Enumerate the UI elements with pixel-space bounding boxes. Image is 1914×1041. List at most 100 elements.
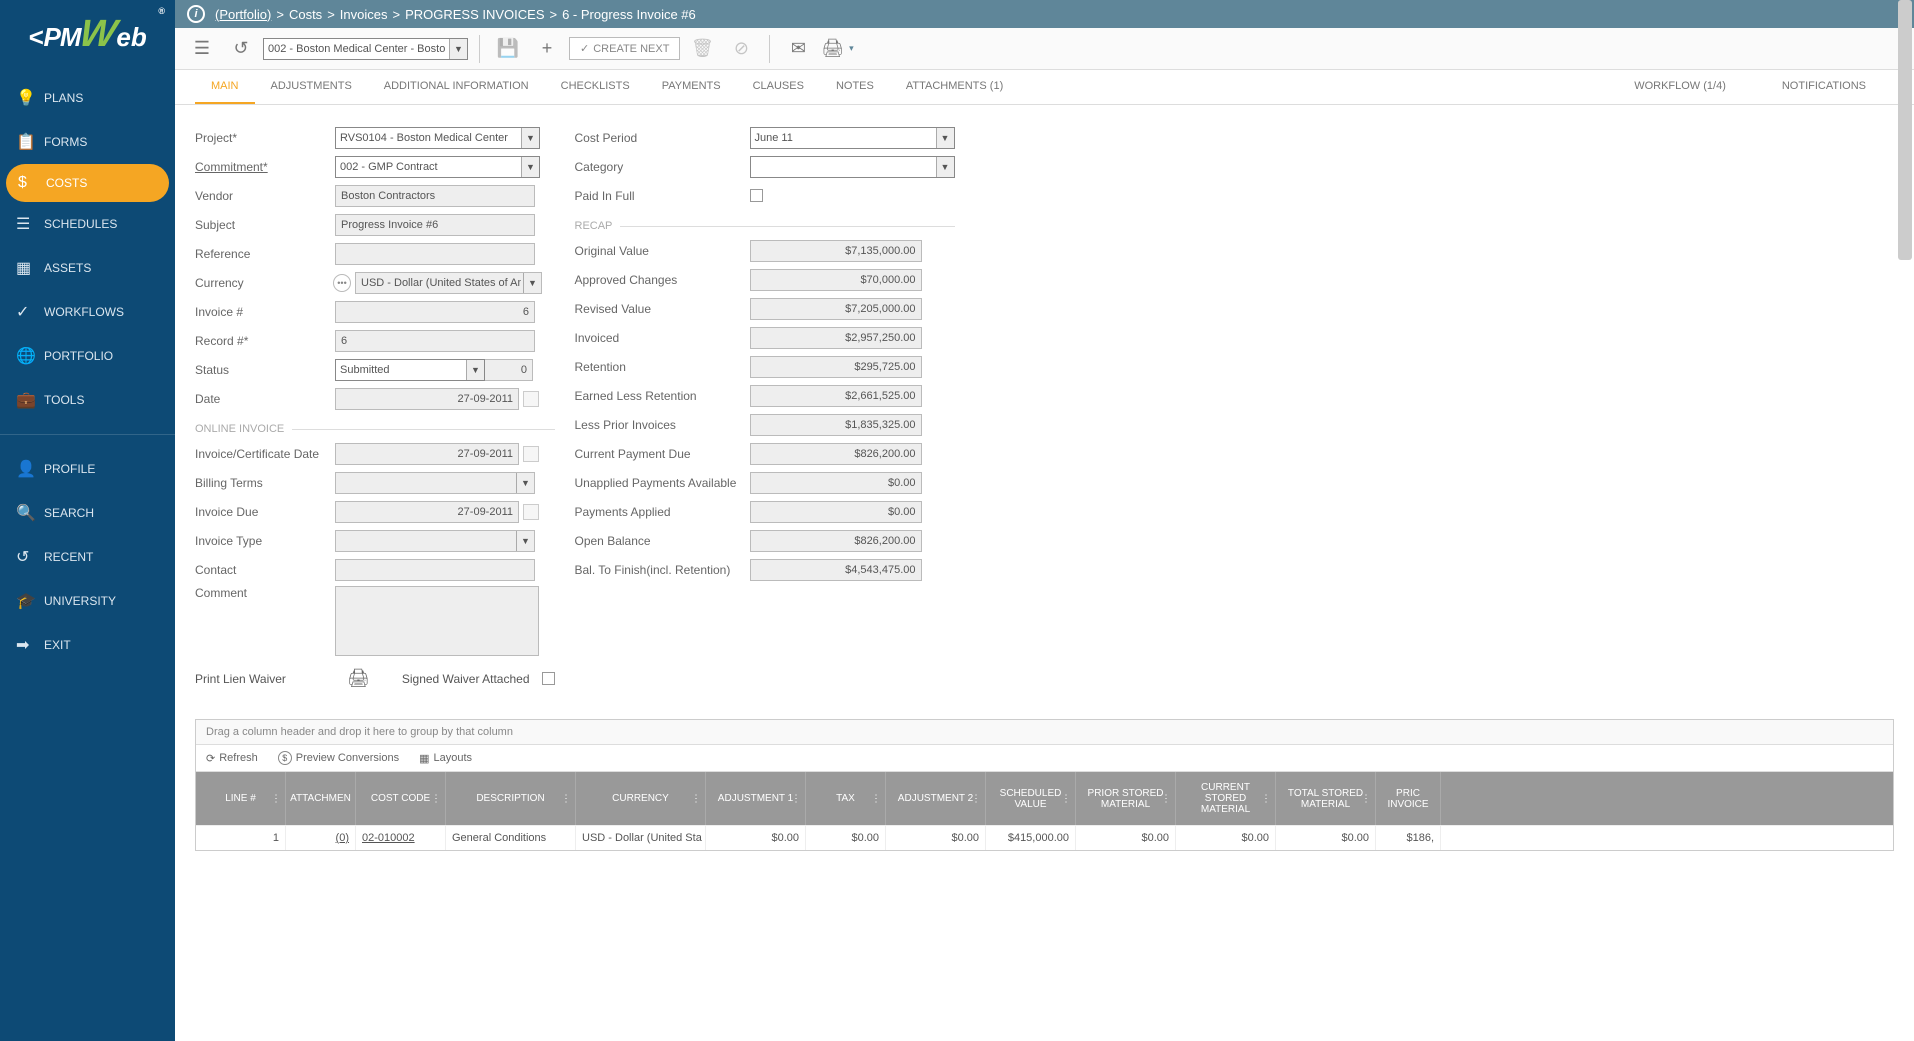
commitment-select[interactable]: 002 - GMP Contract▼ — [335, 156, 540, 178]
calendar-icon[interactable] — [523, 446, 539, 462]
nav-university[interactable]: 🎓UNIVERSITY — [0, 579, 175, 623]
label-comment: Comment — [195, 586, 335, 600]
date-field[interactable]: 27-09-2011 — [335, 388, 519, 410]
col-prior[interactable]: PRIOR STORED MATERIAL⋮ — [1076, 772, 1176, 825]
invoice-due-field[interactable]: 27-09-2011 — [335, 501, 519, 523]
tab-attachments[interactable]: ATTACHMENTS (1) — [890, 70, 1019, 104]
col-tax[interactable]: TAX⋮ — [806, 772, 886, 825]
nav-recent[interactable]: ↺RECENT — [0, 535, 175, 579]
billing-terms-select[interactable]: ▼ — [335, 472, 535, 494]
tab-workflow[interactable]: WORKFLOW (1/4) — [1606, 70, 1754, 104]
tab-checklists[interactable]: CHECKLISTS — [545, 70, 646, 104]
invoice-num-field[interactable]: 6 — [335, 301, 535, 323]
tab-notifications[interactable]: NOTIFICATIONS — [1754, 70, 1894, 104]
inv-cert-date-field[interactable]: 27-09-2011 — [335, 443, 519, 465]
history-icon: ↺ — [16, 547, 44, 567]
tab-main[interactable]: MAIN — [195, 70, 255, 104]
nav-schedules[interactable]: ☰SCHEDULES — [0, 202, 175, 246]
tab-adjustments[interactable]: ADJUSTMENTS — [255, 70, 368, 104]
grid-layouts-button[interactable]: ▦Layouts — [419, 752, 472, 765]
grid-refresh-button[interactable]: ⟳Refresh — [206, 752, 258, 765]
col-cost-code[interactable]: COST CODE⋮ — [356, 772, 446, 825]
list-icon[interactable]: ☰ — [185, 32, 219, 66]
status-select[interactable]: Submitted▼ — [335, 359, 485, 381]
col-line[interactable]: LINE #⋮ — [196, 772, 286, 825]
col-currency[interactable]: CURRENCY⋮ — [576, 772, 706, 825]
grid-preview-button[interactable]: $Preview Conversions — [278, 751, 399, 765]
col-sched[interactable]: SCHEDULED VALUE⋮ — [986, 772, 1076, 825]
tab-notes[interactable]: NOTES — [820, 70, 890, 104]
col-attach[interactable]: ATTACHMEN — [286, 772, 356, 825]
revised-value-field: $7,205,000.00 — [750, 298, 922, 320]
comment-field[interactable] — [335, 586, 539, 656]
col-adj2[interactable]: ADJUSTMENT 2⋮ — [886, 772, 986, 825]
col-pric[interactable]: PRIC INVOICE — [1376, 772, 1441, 825]
print-lien-icon[interactable]: 🖨 — [347, 668, 370, 689]
category-select[interactable]: ▼ — [750, 156, 955, 178]
signed-waiver-checkbox[interactable] — [542, 672, 555, 685]
label-category: Category — [575, 160, 750, 174]
label-approved-changes: Approved Changes — [575, 273, 750, 287]
label-commitment[interactable]: Commitment — [195, 160, 335, 174]
undo-icon[interactable]: ↺ — [224, 32, 258, 66]
col-adj1[interactable]: ADJUSTMENT 1⋮ — [706, 772, 806, 825]
label-signed-waiver: Signed Waiver Attached — [402, 672, 530, 686]
record-selector[interactable]: 002 - Boston Medical Center - Bosto▼ — [263, 38, 468, 60]
tabs: MAIN ADJUSTMENTS ADDITIONAL INFORMATION … — [175, 70, 1914, 105]
col-total[interactable]: TOTAL STORED MATERIAL⋮ — [1276, 772, 1376, 825]
reference-field[interactable] — [335, 243, 535, 265]
save-icon[interactable]: 💾 — [491, 32, 525, 66]
vendor-field: Boston Contractors — [335, 185, 535, 207]
col-current[interactable]: CURRENT STORED MATERIAL⋮ — [1176, 772, 1276, 825]
print-icon[interactable]: 🖨 ▾ — [820, 32, 854, 66]
paid-in-full-checkbox[interactable] — [750, 189, 763, 202]
currency-select[interactable]: USD - Dollar (United States of America)▼ — [355, 272, 542, 294]
tab-additional[interactable]: ADDITIONAL INFORMATION — [368, 70, 545, 104]
add-icon[interactable]: + — [530, 32, 564, 66]
calendar-icon[interactable] — [523, 391, 539, 407]
nav-tools[interactable]: 💼TOOLS — [0, 378, 175, 422]
label-earned-less: Earned Less Retention — [575, 389, 750, 403]
create-next-button[interactable]: CREATE NEXT — [569, 37, 680, 60]
label-status: Status — [195, 363, 335, 377]
label-reference: Reference — [195, 247, 335, 261]
breadcrumb-portfolio[interactable]: (Portfolio) — [215, 7, 271, 22]
info-icon[interactable]: i — [187, 5, 205, 23]
nav-exit[interactable]: ➡EXIT — [0, 623, 175, 667]
nav-assets[interactable]: ▦ASSETS — [0, 246, 175, 290]
nav-workflows[interactable]: ✓WORKFLOWS — [0, 290, 175, 334]
briefcase-icon: 💼 — [16, 390, 44, 410]
earned-less-field: $2,661,525.00 — [750, 385, 922, 407]
label-less-prior: Less Prior Invoices — [575, 418, 750, 432]
cost-period-select[interactable]: June 11▼ — [750, 127, 955, 149]
delete-icon[interactable]: 🗑 — [685, 32, 719, 66]
project-select[interactable]: RVS0104 - Boston Medical Center▼ — [335, 127, 540, 149]
scrollbar-thumb[interactable] — [1898, 0, 1912, 260]
current-payment-field: $826,200.00 — [750, 443, 922, 465]
breadcrumb-costs[interactable]: Costs — [289, 7, 322, 22]
nav-forms[interactable]: 📋FORMS — [0, 120, 175, 164]
invoiced-field: $2,957,250.00 — [750, 327, 922, 349]
label-revised-value: Revised Value — [575, 302, 750, 316]
tab-clauses[interactable]: CLAUSES — [737, 70, 820, 104]
nav-profile[interactable]: 👤PROFILE — [0, 447, 175, 491]
tab-payments[interactable]: PAYMENTS — [646, 70, 737, 104]
nav-costs[interactable]: $COSTS — [6, 164, 169, 202]
retention-field: $295,725.00 — [750, 356, 922, 378]
breadcrumb-progress[interactable]: PROGRESS INVOICES — [405, 7, 544, 22]
grid-group-bar[interactable]: Drag a column header and drop it here to… — [196, 720, 1893, 745]
currency-lookup-icon[interactable]: ••• — [333, 274, 351, 292]
cancel-icon[interactable]: ⊘ — [724, 32, 758, 66]
record-num-field: 6 — [335, 330, 535, 352]
invoice-type-select[interactable]: ▼ — [335, 530, 535, 552]
nav-portfolio[interactable]: 🌐PORTFOLIO — [0, 334, 175, 378]
nav-search[interactable]: 🔍SEARCH — [0, 491, 175, 535]
email-icon[interactable]: ✉ — [781, 32, 815, 66]
nav-plans[interactable]: 💡PLANS — [0, 76, 175, 120]
table-row[interactable]: 1 (0) 02-010002 General Conditions USD -… — [196, 825, 1893, 850]
breadcrumb-invoices[interactable]: Invoices — [340, 7, 388, 22]
label-invoice-due: Invoice Due — [195, 505, 335, 519]
col-desc[interactable]: DESCRIPTION⋮ — [446, 772, 576, 825]
calendar-icon[interactable] — [523, 504, 539, 520]
contact-field[interactable] — [335, 559, 535, 581]
